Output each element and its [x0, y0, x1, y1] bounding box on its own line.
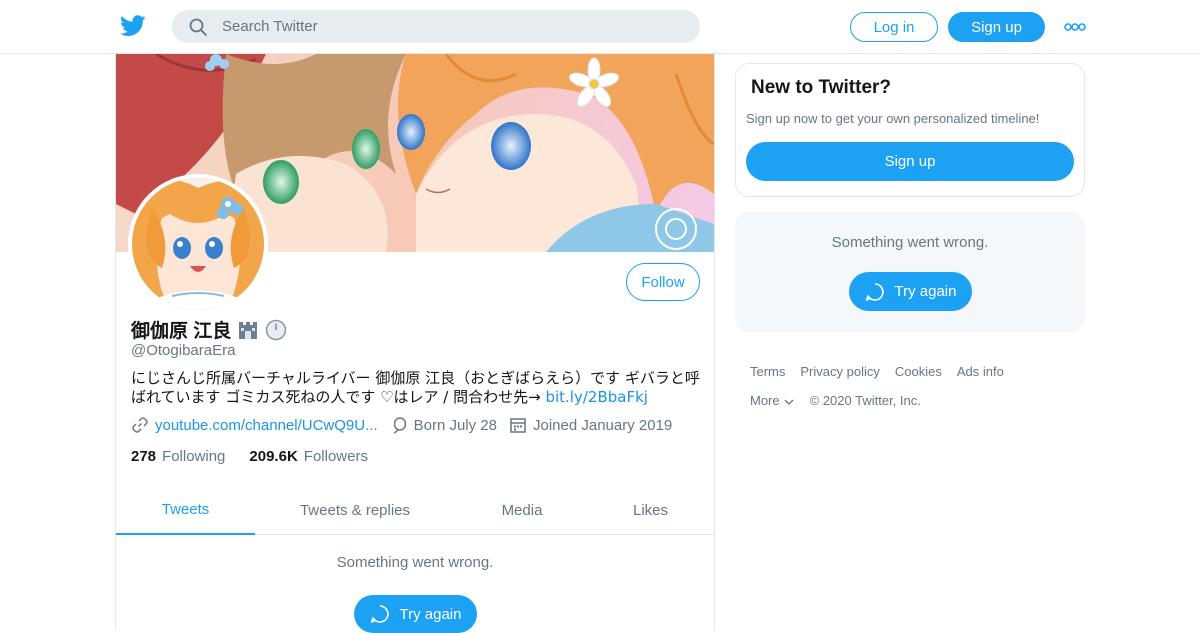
search-icon [189, 18, 207, 36]
timeline-error-message: Something went wrong. [336, 554, 494, 571]
clock-icon [266, 319, 287, 340]
more-options-icon[interactable] [1064, 22, 1086, 32]
search-bar[interactable] [172, 10, 700, 43]
balloon-icon [393, 417, 406, 434]
tab-likes[interactable]: Likes [589, 486, 712, 535]
signup-button[interactable]: Sign up [948, 12, 1045, 42]
new-to-twitter-title: New to Twitter? [751, 77, 892, 98]
sidebar-try-again-button[interactable]: Try again [849, 272, 972, 311]
profile-handle: @OtogibaraEra [131, 342, 236, 359]
link-icon [132, 417, 148, 433]
footer: Terms Privacy policy Cookies Ads info Mo… [750, 364, 1080, 422]
footer-link-terms[interactable]: Terms [750, 364, 785, 379]
tab-tweets-replies[interactable]: Tweets & replies [255, 486, 455, 535]
profile-column: Follow 御伽原 江良 @OtogibaraEra にじさんじ所属バーチャル… [115, 54, 715, 633]
refresh-icon [370, 605, 389, 623]
top-bar: Log in Sign up [0, 0, 1200, 54]
following-count: 278 [131, 448, 157, 465]
followers-count: 209.6K [249, 448, 298, 465]
bio-link[interactable]: bit.ly/2BbaFkj [545, 388, 647, 406]
tab-media[interactable]: Media [455, 486, 589, 535]
followers-label: Followers [303, 448, 368, 465]
profile-stats: 278 Following 209.6K Followers [131, 448, 392, 465]
website-link[interactable]: youtube.com/channel/UCwQ9U... [155, 417, 378, 434]
birthday-item: Born July 28 [390, 416, 497, 434]
sidebar-error-card: Something went wrong. Try again [735, 212, 1085, 332]
birthday-text: Born July 28 [413, 416, 497, 434]
footer-copyright: © 2020 Twitter, Inc. [809, 393, 921, 408]
display-name: 御伽原 江良 [131, 321, 232, 342]
joined-item: Joined January 2019 [509, 416, 672, 434]
refresh-icon [865, 282, 884, 301]
profile-bio: にじさんじ所属バーチャルライバー 御伽原 江良（おとぎばらえら）です ギバラと呼… [131, 369, 701, 407]
new-to-twitter-card: New to Twitter? Sign up now to get your … [735, 63, 1085, 197]
website-item[interactable]: youtube.com/channel/UCwQ9U... [131, 416, 378, 434]
login-button[interactable]: Log in [850, 12, 938, 42]
profile-meta: youtube.com/channel/UCwQ9U... Born July … [131, 416, 684, 434]
try-again-label: Try again [894, 283, 957, 300]
following-stat[interactable]: 278 Following [131, 448, 225, 465]
twitter-bird-icon[interactable] [120, 14, 146, 38]
footer-link-cookies[interactable]: Cookies [895, 364, 942, 379]
avatar-image [132, 178, 264, 310]
follow-button[interactable]: Follow [626, 263, 700, 301]
following-label: Following [162, 448, 226, 465]
sidebar-signup-button[interactable]: Sign up [746, 142, 1074, 181]
search-input[interactable] [222, 18, 662, 35]
joined-text: Joined January 2019 [533, 416, 673, 434]
profile-tabs: Tweets Tweets & replies Media Likes [116, 486, 714, 535]
try-again-label: Try again [399, 605, 462, 623]
castle-icon [239, 321, 258, 339]
footer-link-ads-info[interactable]: Ads info [957, 364, 1004, 379]
footer-more-button[interactable]: More [750, 393, 795, 408]
followers-stat[interactable]: 209.6K Followers [249, 448, 368, 465]
footer-link-privacy[interactable]: Privacy policy [800, 364, 879, 379]
profile-name: 御伽原 江良 [131, 316, 287, 343]
tab-tweets[interactable]: Tweets [116, 486, 255, 535]
sidebar-error-message: Something went wrong. [831, 234, 989, 251]
new-to-twitter-subtitle: Sign up now to get your own personalized… [746, 111, 1040, 126]
profile-avatar[interactable] [128, 174, 268, 314]
footer-more-label: More [750, 393, 780, 408]
calendar-icon [510, 418, 526, 433]
chevron-down-icon [784, 399, 794, 405]
timeline-try-again-button[interactable]: Try again [354, 595, 477, 633]
